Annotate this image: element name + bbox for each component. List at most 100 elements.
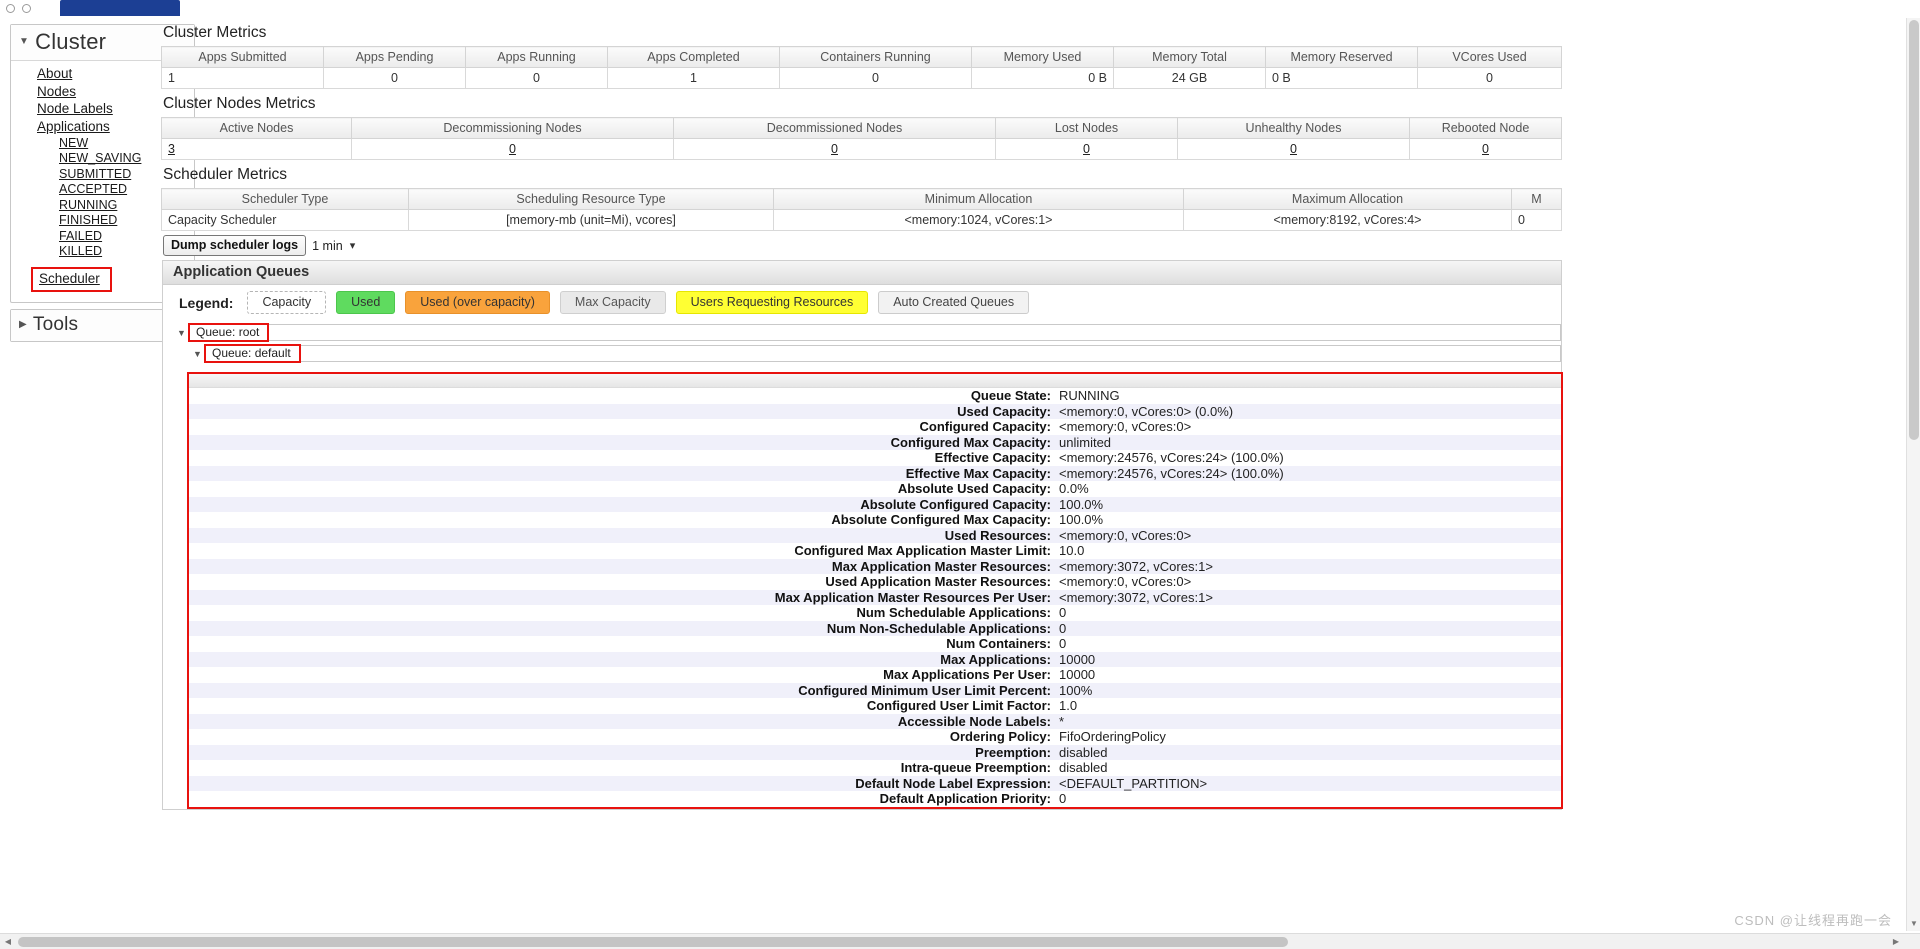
table-header-row: Active Nodes Decommissioning Nodes Decom…	[161, 117, 1562, 139]
queue-detail-row: Default Node Label Expression: <DEFAULT_P…	[189, 775, 1561, 791]
queue-detail-row: Effective Max Capacity: <memory:24576, vC…	[189, 465, 1561, 481]
queue-detail-value: disabled	[1057, 744, 1561, 760]
queue-detail-key: Absolute Configured Max Capacity:	[189, 512, 1057, 528]
queue-detail-key: Absolute Configured Capacity:	[189, 496, 1057, 512]
col-memory-reserved: Memory Reserved	[1265, 46, 1418, 68]
queue-detail-row: Configured Max Capacity: unlimited	[189, 434, 1561, 450]
queue-detail-row: Effective Capacity: <memory:24576, vCores…	[189, 450, 1561, 466]
col-lost-nodes: Lost Nodes	[995, 117, 1178, 139]
col-memory-used: Memory Used	[971, 46, 1114, 68]
queue-detail-key: Max Application Master Resources Per Use…	[189, 589, 1057, 605]
page-root: ▼ Cluster About Nodes Node Labels Applic…	[0, 0, 1920, 949]
queue-detail-key: Num Non-Schedulable Applications:	[189, 620, 1057, 636]
col-memory-total: Memory Total	[1113, 46, 1266, 68]
col-unhealthy-nodes: Unhealthy Nodes	[1177, 117, 1410, 139]
val-vcores-used: 0	[1417, 67, 1562, 89]
queue-detail-key: Num Containers:	[189, 636, 1057, 652]
queue-detail-row: Absolute Configured Max Capacity: 100.0%	[189, 512, 1561, 528]
val-active-nodes[interactable]: 3	[161, 138, 352, 160]
val-memory-used: 0 B	[971, 67, 1114, 89]
queue-detail-value: <memory:3072, vCores:1>	[1057, 558, 1561, 574]
legend-max-capacity: Max Capacity	[559, 291, 666, 314]
queue-detail-value: <memory:0, vCores:0>	[1057, 419, 1561, 435]
queue-label-default[interactable]: Queue: default	[204, 344, 301, 363]
queue-detail-value: 10.0	[1057, 543, 1561, 559]
queue-detail-table: Queue State: RUNNING Used Capacity: <memory…	[189, 388, 1561, 807]
queue-detail-row: Preemption: disabled	[189, 744, 1561, 760]
val-decommissioning-nodes[interactable]: 0	[351, 138, 674, 160]
queue-detail-row: Configured Minimum User Limit Percent: 10…	[189, 682, 1561, 698]
queue-detail-row: Max Application Master Resources Per Use…	[189, 589, 1561, 605]
triangle-down-icon: ▼	[177, 327, 186, 338]
legend-used: Used	[336, 291, 396, 314]
dump-scheduler-logs-button[interactable]: Dump scheduler logs	[163, 235, 307, 256]
legend-capacity: Capacity	[247, 291, 327, 314]
queue-detail-value: disabled	[1057, 760, 1561, 776]
queue-row-root[interactable]: ▼ Queue: root	[163, 322, 1561, 343]
chevron-right-icon: ▶	[19, 318, 27, 330]
val-memory-reserved: 0 B	[1265, 67, 1418, 89]
queue-detail-row: Ordering Policy: FifoOrderingPolicy	[189, 729, 1561, 745]
queue-detail-row: Default Application Priority: 0	[189, 791, 1561, 807]
horizontal-scrollbar[interactable]: ◀ ▶	[0, 933, 1920, 949]
queue-detail-value: <memory:0, vCores:0> (0.0%)	[1057, 403, 1561, 419]
scroll-left-icon[interactable]: ◀	[0, 934, 16, 949]
queue-detail-value: 0	[1057, 620, 1561, 636]
table-header-row: Scheduler Type Scheduling Resource Type …	[161, 188, 1562, 210]
dump-period-select[interactable]: 1 min ▾	[312, 239, 355, 253]
queue-detail-key: Configured Max Application Master Limit:	[189, 543, 1057, 559]
queue-detail-key: Num Schedulable Applications:	[189, 605, 1057, 621]
val-unhealthy-nodes[interactable]: 0	[1177, 138, 1410, 160]
queue-detail-key: Configured Max Capacity:	[189, 434, 1057, 450]
val-apps-completed: 1	[607, 67, 780, 89]
col-max-truncated: M	[1511, 188, 1562, 210]
horizontal-scrollbar-thumb[interactable]	[18, 937, 1288, 947]
browser-forward-icon[interactable]	[22, 4, 31, 13]
page-body: ▼ Cluster About Nodes Node Labels Applic…	[0, 18, 1920, 949]
table-row: Capacity Scheduler [memory-mb (unit=Mi),…	[161, 209, 1562, 231]
queue-detail-value: <memory:24576, vCores:24> (100.0%)	[1057, 450, 1561, 466]
queue-detail-value: <memory:0, vCores:0>	[1057, 527, 1561, 543]
vertical-scrollbar-thumb[interactable]	[1909, 20, 1919, 440]
queue-detail-key: Configured Minimum User Limit Percent:	[189, 682, 1057, 698]
queue-label-root[interactable]: Queue: root	[188, 323, 270, 342]
queue-detail-key: Max Applications Per User:	[189, 667, 1057, 683]
queue-detail-key: Queue State:	[189, 388, 1057, 404]
legend-label: Legend:	[179, 294, 234, 311]
sidebar-item-scheduler[interactable]: Scheduler	[39, 272, 100, 286]
queue-detail-row: Used Application Master Resources: <memor…	[189, 574, 1561, 590]
queue-detail-value: 1.0	[1057, 698, 1561, 714]
sidebar-cluster-title: Cluster	[35, 29, 107, 54]
scroll-down-icon[interactable]: ▼	[1907, 917, 1920, 931]
vertical-scrollbar[interactable]: ▲ ▼	[1906, 18, 1920, 931]
legend-auto-created-queues: Auto Created Queues	[878, 291, 1030, 314]
queue-row-default[interactable]: ▼ Queue: default	[163, 343, 1561, 364]
queue-detail-value: 10000	[1057, 651, 1561, 667]
queue-detail-value: RUNNING	[1057, 388, 1561, 404]
col-scheduler-type: Scheduler Type	[161, 188, 409, 210]
scroll-right-icon[interactable]: ▶	[1888, 934, 1904, 949]
table-row: 1 0 0 1 0 0 B 24 GB 0 B 0	[161, 67, 1562, 89]
queue-bar-default[interactable]: Queue: default	[204, 344, 1561, 363]
queue-detail-row: Num Schedulable Applications: 0	[189, 605, 1561, 621]
queue-detail-key: Used Capacity:	[189, 403, 1057, 419]
browser-back-icon[interactable]	[6, 4, 15, 13]
queue-detail-key: Effective Max Capacity:	[189, 465, 1057, 481]
queue-detail-key: Configured User Limit Factor:	[189, 698, 1057, 714]
queue-detail-row: Num Non-Schedulable Applications: 0	[189, 620, 1561, 636]
val-memory-total: 24 GB	[1113, 67, 1266, 89]
queue-detail-row: Accessible Node Labels: *	[189, 713, 1561, 729]
val-rebooted-nodes[interactable]: 0	[1409, 138, 1562, 160]
browser-tab[interactable]	[60, 0, 180, 16]
val-scheduling-resource-type: [memory-mb (unit=Mi), vcores]	[408, 209, 774, 231]
queue-bar-root[interactable]: Queue: root	[188, 323, 1561, 342]
queue-detail-value: <memory:24576, vCores:24> (100.0%)	[1057, 465, 1561, 481]
dump-period-value: 1 min	[312, 238, 343, 253]
cluster-metrics-title: Cluster Metrics	[163, 24, 267, 41]
queue-detail-value: 0	[1057, 791, 1561, 807]
val-lost-nodes[interactable]: 0	[995, 138, 1178, 160]
col-decommissioning-nodes: Decommissioning Nodes	[351, 117, 674, 139]
queue-detail-row: Absolute Used Capacity: 0.0%	[189, 481, 1561, 497]
cluster-nodes-metrics-table: Active Nodes Decommissioning Nodes Decom…	[161, 117, 1562, 160]
val-decommissioned-nodes[interactable]: 0	[673, 138, 996, 160]
